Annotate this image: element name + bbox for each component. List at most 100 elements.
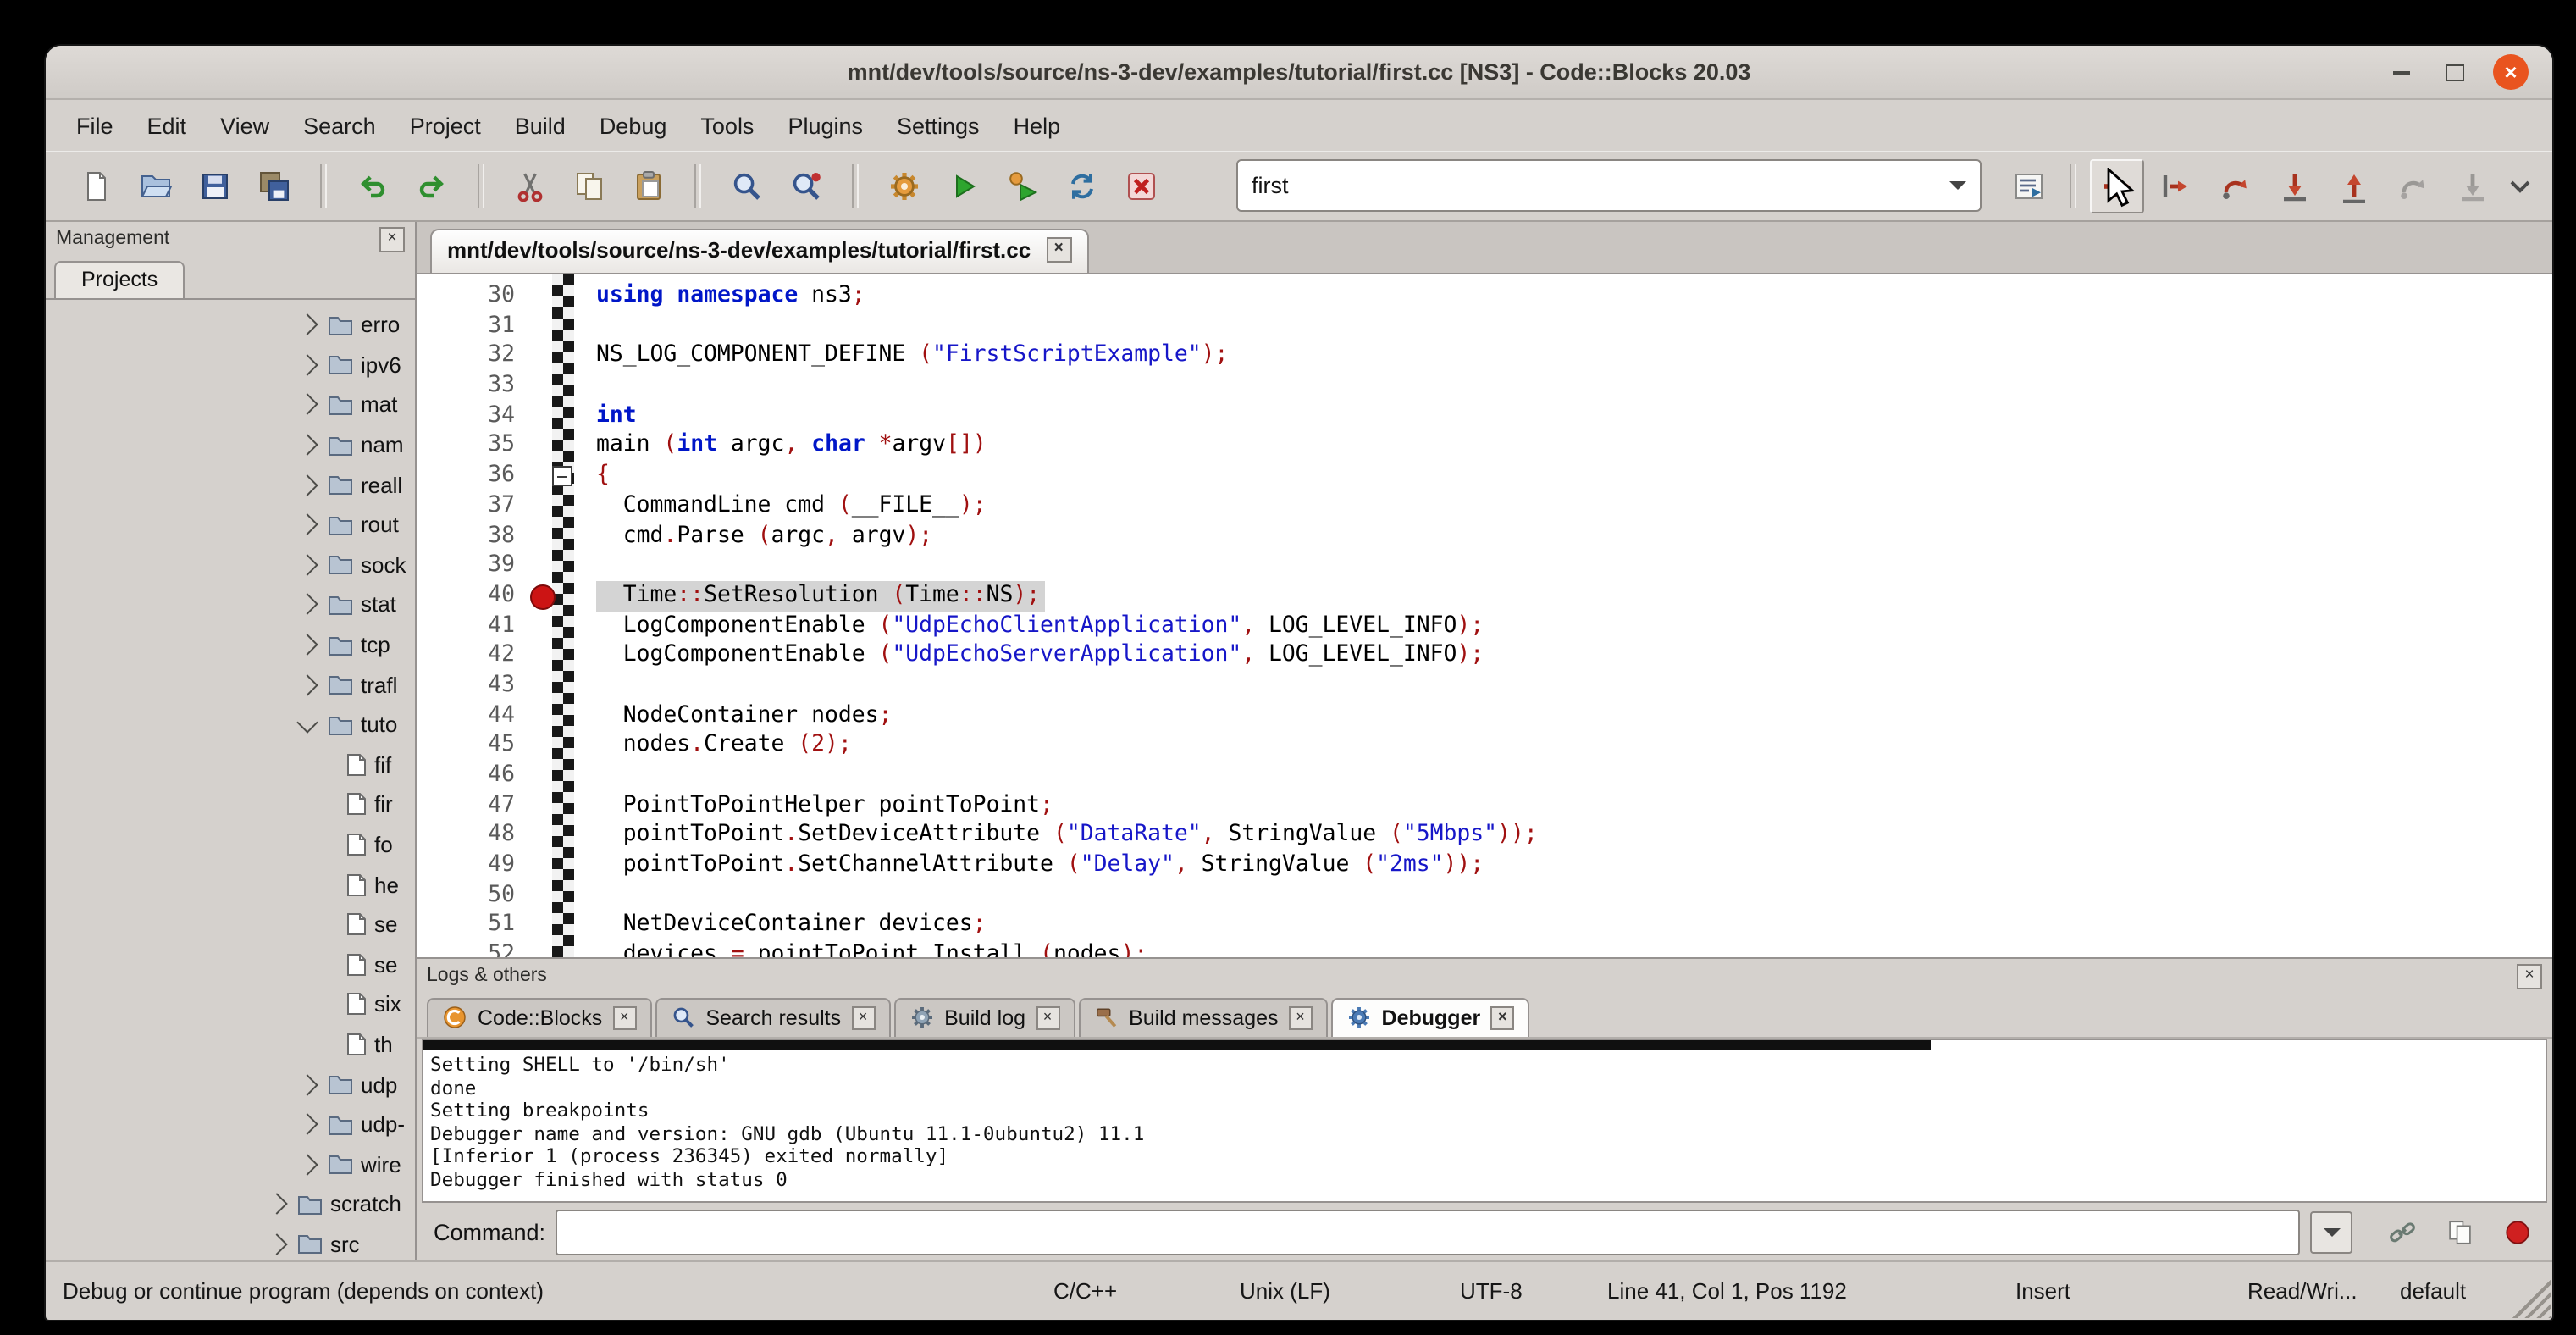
breakpoint-margin[interactable]	[525, 311, 562, 341]
close-tab-icon[interactable]: ×	[1036, 1005, 1059, 1029]
tree-item-udp[interactable]: udp-	[46, 1105, 415, 1144]
breakpoint-margin[interactable]	[525, 761, 562, 790]
menu-settings[interactable]: Settings	[880, 106, 997, 145]
tree-item-nam[interactable]: nam	[46, 425, 415, 465]
line-number[interactable]: 31	[417, 311, 525, 341]
tree-item-fir[interactable]: fir	[46, 784, 415, 824]
undo-button[interactable]	[345, 158, 400, 213]
abort-build-button[interactable]	[1114, 158, 1169, 213]
titlebar[interactable]: mnt/dev/tools/source/ns-3-dev/examples/t…	[46, 46, 2552, 100]
line-number[interactable]: 46	[417, 761, 525, 790]
open-file-button[interactable]	[129, 158, 183, 213]
line-number[interactable]: 48	[417, 821, 525, 850]
line-number[interactable]: 32	[417, 341, 525, 371]
save-button[interactable]	[188, 158, 242, 213]
debugger-log[interactable]: Setting SHELL to '/bin/sh'doneSetting br…	[422, 1039, 2547, 1203]
line-number[interactable]: 43	[417, 671, 525, 701]
line-number[interactable]: 49	[417, 850, 525, 880]
combo-dropdown-button[interactable]	[1936, 161, 1980, 210]
fold-collapse-icon[interactable]	[552, 466, 572, 486]
step-into-button[interactable]	[2268, 158, 2322, 213]
line-number[interactable]: 39	[417, 551, 525, 580]
toolbar-overflow-button[interactable]	[2500, 158, 2539, 213]
tree-item-reall[interactable]: reall	[46, 465, 415, 505]
breakpoint-margin[interactable]	[525, 790, 562, 820]
logs-tab-build-messages[interactable]: Build messages×	[1078, 998, 1328, 1037]
tree-item-erro[interactable]: erro	[46, 305, 415, 345]
copy-log-button[interactable]	[2437, 1210, 2481, 1254]
build-button[interactable]	[877, 158, 931, 213]
tree-item-se[interactable]: se	[46, 944, 415, 984]
close-management-icon[interactable]: ×	[379, 226, 405, 252]
tree-item-six[interactable]: six	[46, 984, 415, 1024]
new-file-button[interactable]	[69, 158, 124, 213]
tree-item-rout[interactable]: rout	[46, 505, 415, 545]
breakpoint-margin[interactable]	[525, 551, 562, 580]
menu-build[interactable]: Build	[498, 106, 583, 145]
project-tree[interactable]: erroipv6matnamreallroutsockstattcptraflt…	[46, 300, 415, 1260]
breakpoint-margin[interactable]	[525, 850, 562, 880]
tree-item-src[interactable]: src	[46, 1224, 415, 1260]
close-logs-icon[interactable]: ×	[2517, 963, 2542, 989]
close-tab-icon[interactable]: ×	[1490, 1005, 1514, 1029]
logs-tab-code-blocks[interactable]: Code::Blocks×	[427, 998, 651, 1037]
menu-file[interactable]: File	[59, 106, 130, 145]
line-number[interactable]: 47	[417, 790, 525, 820]
menu-edit[interactable]: Edit	[130, 106, 204, 145]
paste-button[interactable]	[622, 158, 676, 213]
line-number[interactable]: 42	[417, 641, 525, 671]
menu-tools[interactable]: Tools	[683, 106, 771, 145]
tree-item-fo[interactable]: fo	[46, 824, 415, 864]
breakpoint-margin[interactable]	[525, 281, 562, 311]
line-number[interactable]: 41	[417, 611, 525, 640]
line-number[interactable]: 45	[417, 731, 525, 761]
line-number[interactable]: 44	[417, 701, 525, 730]
run-button[interactable]	[937, 158, 991, 213]
search-combo[interactable]	[1236, 159, 1982, 212]
breakpoint-margin[interactable]	[525, 701, 562, 730]
breakpoint-margin[interactable]	[525, 671, 562, 701]
step-out-button[interactable]	[2327, 158, 2381, 213]
tree-item-stat[interactable]: stat	[46, 584, 415, 624]
close-tab-icon[interactable]: ×	[1289, 1005, 1313, 1029]
tree-item-mat[interactable]: mat	[46, 385, 415, 424]
step-into-instruction-button[interactable]	[2446, 158, 2500, 213]
breakpoint-margin[interactable]	[525, 581, 562, 611]
stop-debugger-button[interactable]	[2495, 1210, 2539, 1254]
breakpoint-margin[interactable]	[525, 341, 562, 371]
menu-plugins[interactable]: Plugins	[771, 106, 880, 145]
find-button[interactable]	[720, 158, 774, 213]
line-number[interactable]: 38	[417, 521, 525, 551]
command-input[interactable]	[556, 1209, 2300, 1255]
maximize-button[interactable]	[2441, 58, 2468, 86]
code-editor[interactable]: 30using namespace ns3;3132NS_LOG_COMPONE…	[417, 274, 2552, 957]
breakpoint-margin[interactable]	[525, 402, 562, 431]
tree-item-tuto[interactable]: tuto	[46, 705, 415, 745]
tree-item-se[interactable]: se	[46, 905, 415, 944]
tree-item-scratch[interactable]: scratch	[46, 1184, 415, 1224]
attach-button[interactable]	[2380, 1210, 2424, 1254]
logs-tab-search-results[interactable]: Search results×	[655, 998, 890, 1037]
build-and-run-button[interactable]	[996, 158, 1050, 213]
menu-search[interactable]: Search	[286, 106, 393, 145]
tree-item-th[interactable]: th	[46, 1024, 415, 1064]
resize-grip[interactable]	[2510, 1277, 2551, 1318]
next-line-button[interactable]	[2208, 158, 2263, 213]
copy-button[interactable]	[562, 158, 616, 213]
breakpoint-margin[interactable]	[525, 491, 562, 521]
tree-item-ipv6[interactable]: ipv6	[46, 345, 415, 385]
menu-project[interactable]: Project	[393, 106, 498, 145]
line-number[interactable]: 33	[417, 371, 525, 401]
line-number[interactable]: 30	[417, 281, 525, 311]
breakpoint-margin[interactable]	[525, 611, 562, 640]
breakpoint-margin[interactable]	[525, 431, 562, 461]
run-to-cursor-button[interactable]	[2149, 158, 2203, 213]
tree-item-fif[interactable]: fif	[46, 745, 415, 784]
line-number[interactable]: 40	[417, 581, 525, 611]
build-target-button[interactable]	[2002, 158, 2056, 213]
editor-tab-first-cc[interactable]: mnt/dev/tools/source/ns-3-dev/examples/t…	[430, 229, 1088, 273]
cut-button[interactable]	[503, 158, 557, 213]
line-number[interactable]: 34	[417, 402, 525, 431]
menu-debug[interactable]: Debug	[583, 106, 684, 145]
close-editor-tab-icon[interactable]: ×	[1046, 237, 1071, 263]
